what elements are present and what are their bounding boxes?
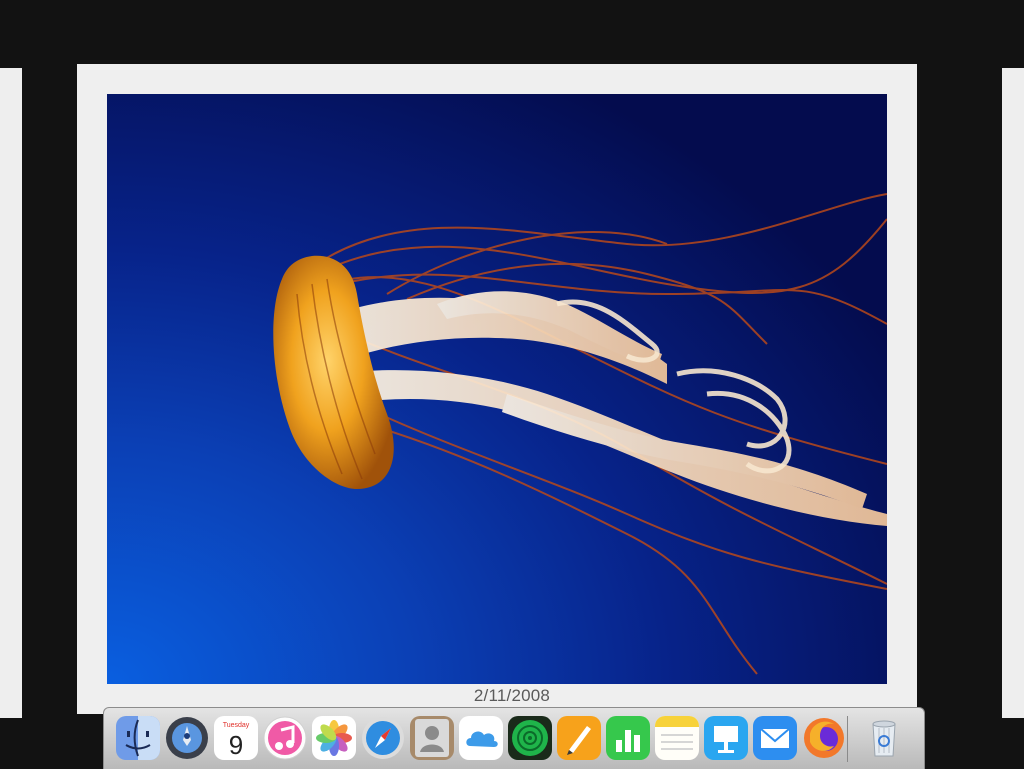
photos-icon[interactable] [312, 716, 356, 760]
calendar-weekday: Tuesday [223, 722, 250, 729]
find-my-iphone-icon[interactable] [508, 716, 552, 760]
dock-separator [847, 716, 848, 762]
firefox-icon[interactable] [802, 716, 846, 760]
finder-icon[interactable] [116, 716, 160, 760]
calendar-icon[interactable]: Tuesday 9 [214, 716, 258, 760]
calendar-day: 9 [229, 730, 243, 760]
icloud-drive-icon[interactable] [459, 716, 503, 760]
launchpad-icon[interactable] [165, 716, 209, 760]
jellyfish-photo[interactable] [107, 94, 887, 684]
previous-photo-card[interactable] [0, 68, 22, 718]
mail-icon[interactable] [753, 716, 797, 760]
photo-date-caption: 2/11/2008 [473, 686, 551, 705]
numbers-icon[interactable] [606, 716, 650, 760]
notes-icon[interactable] [655, 716, 699, 760]
keynote-icon[interactable] [704, 716, 748, 760]
itunes-icon[interactable] [263, 716, 307, 760]
photo-frame [77, 64, 917, 714]
pages-icon[interactable] [557, 716, 601, 760]
contacts-icon[interactable] [410, 716, 454, 760]
safari-icon[interactable] [361, 716, 405, 760]
next-photo-card[interactable] [1002, 68, 1024, 718]
trash-icon[interactable] [862, 716, 906, 760]
dock: Tuesday 9 [103, 707, 925, 769]
